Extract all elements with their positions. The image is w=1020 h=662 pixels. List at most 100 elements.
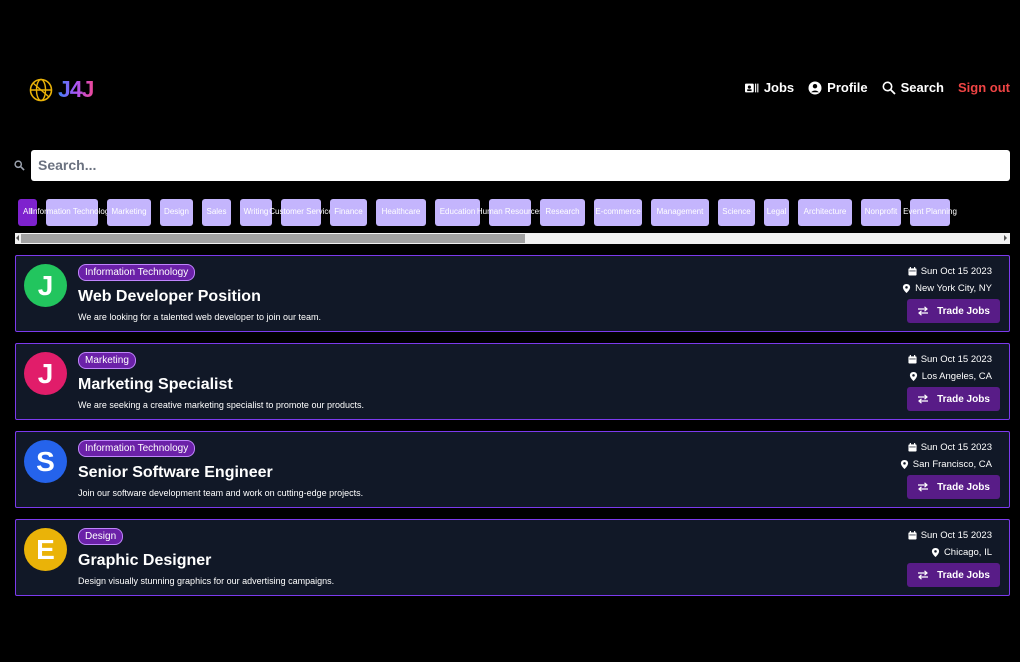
job-location: San Francisco, CA bbox=[900, 459, 992, 470]
scroll-thumb[interactable] bbox=[21, 234, 525, 243]
category-chip[interactable]: Writing bbox=[240, 198, 272, 226]
category-chip[interactable]: Research bbox=[540, 198, 585, 226]
calendar-icon bbox=[908, 267, 917, 276]
category-chip[interactable]: Healthcare bbox=[376, 198, 426, 226]
category-chip[interactable]: Legal bbox=[764, 198, 789, 226]
job-location-text: New York City, NY bbox=[915, 283, 992, 294]
logo[interactable]: J4J bbox=[28, 76, 94, 103]
category-chip[interactable]: Marketing bbox=[107, 198, 151, 226]
job-location: New York City, NY bbox=[902, 283, 992, 294]
job-title[interactable]: Graphic Designer bbox=[78, 552, 211, 570]
trade-jobs-button[interactable]: Trade Jobs bbox=[907, 387, 1000, 411]
job-meta: Sun Oct 15 2023 San Francisco, CA bbox=[900, 442, 992, 476]
main-nav: Jobs Profile Search Sign out bbox=[744, 80, 1010, 95]
nav-signout-label: Sign out bbox=[958, 80, 1010, 95]
job-card[interactable]: J Information Technology Web Developer P… bbox=[15, 255, 1010, 332]
job-meta: Sun Oct 15 2023 Los Angeles, CA bbox=[908, 354, 992, 388]
category-chip[interactable]: Architecture bbox=[798, 198, 852, 226]
job-location: Los Angeles, CA bbox=[908, 371, 992, 382]
job-date: Sun Oct 15 2023 bbox=[900, 442, 992, 453]
category-chip[interactable]: Information Technology bbox=[31, 198, 113, 226]
trade-jobs-button[interactable]: Trade Jobs bbox=[907, 299, 1000, 323]
category-chip[interactable]: Education bbox=[435, 198, 480, 226]
category-chip[interactable]: Customer Service bbox=[269, 198, 333, 226]
job-title[interactable]: Marketing Specialist bbox=[78, 376, 233, 394]
category-badge: Information Technology bbox=[78, 264, 196, 281]
job-title[interactable]: Senior Software Engineer bbox=[78, 464, 273, 482]
trade-jobs-label: Trade Jobs bbox=[937, 393, 990, 405]
category-chip[interactable]: Human Resources bbox=[477, 198, 543, 226]
job-description: We are looking for a talented web develo… bbox=[78, 312, 321, 322]
avatar: J bbox=[24, 264, 67, 307]
category-list: All Information Technology Marketing Design… bbox=[15, 198, 1010, 226]
job-description: We are seeking a creative marketing spec… bbox=[78, 400, 364, 410]
search-bar bbox=[14, 149, 1010, 181]
user-circle-icon bbox=[808, 81, 822, 94]
job-location-text: Los Angeles, CA bbox=[921, 371, 992, 382]
scroll-left-arrow[interactable] bbox=[16, 235, 19, 241]
job-location-text: Chicago, IL bbox=[943, 547, 992, 558]
nav-profile[interactable]: Profile bbox=[808, 80, 868, 95]
category-chip[interactable]: Event Planning bbox=[903, 198, 957, 226]
swap-arrows-icon bbox=[918, 482, 929, 492]
logo-text: J4J bbox=[58, 76, 94, 102]
map-pin-icon bbox=[909, 372, 917, 381]
trade-jobs-label: Trade Jobs bbox=[937, 305, 990, 317]
nav-profile-label: Profile bbox=[827, 80, 868, 95]
job-title[interactable]: Web Developer Position bbox=[78, 288, 261, 306]
job-card[interactable]: J Marketing Marketing Specialist We are … bbox=[15, 343, 1010, 420]
job-location: Chicago, IL bbox=[908, 547, 992, 558]
globe-icon bbox=[29, 78, 53, 101]
job-location-text: San Francisco, CA bbox=[912, 459, 992, 470]
id-card-icon bbox=[744, 83, 759, 92]
nav-jobs[interactable]: Jobs bbox=[744, 80, 795, 95]
category-chip[interactable]: Sales bbox=[202, 198, 231, 226]
category-chip[interactable]: E-commerce bbox=[594, 198, 642, 226]
map-pin-icon bbox=[931, 548, 940, 557]
job-list: J Information Technology Web Developer P… bbox=[15, 255, 1010, 607]
job-date-text: Sun Oct 15 2023 bbox=[920, 266, 992, 277]
nav-search-label: Search bbox=[900, 80, 944, 95]
search-icon bbox=[14, 159, 25, 171]
category-chip[interactable]: Finance bbox=[330, 198, 367, 226]
nav-signout[interactable]: Sign out bbox=[958, 80, 1010, 95]
trade-jobs-label: Trade Jobs bbox=[937, 569, 990, 581]
job-date: Sun Oct 15 2023 bbox=[902, 266, 992, 277]
category-chip[interactable]: Design bbox=[160, 198, 193, 226]
swap-arrows-icon bbox=[918, 306, 929, 316]
header: J4J Jobs Profile Search Sign out bbox=[0, 0, 1020, 140]
swap-arrows-icon bbox=[918, 394, 929, 404]
job-description: Design visually stunning graphics for ou… bbox=[78, 576, 335, 586]
calendar-icon bbox=[908, 443, 917, 452]
category-chip[interactable]: Science bbox=[718, 198, 755, 226]
nav-search[interactable]: Search bbox=[882, 80, 944, 95]
job-date-text: Sun Oct 15 2023 bbox=[920, 354, 992, 365]
map-pin-icon bbox=[900, 460, 908, 469]
nav-jobs-label: Jobs bbox=[763, 80, 795, 95]
job-date: Sun Oct 15 2023 bbox=[908, 530, 992, 541]
trade-jobs-button[interactable]: Trade Jobs bbox=[907, 563, 1000, 587]
job-card[interactable]: E Design Graphic Designer Design visuall… bbox=[15, 519, 1010, 596]
scroll-right-arrow[interactable] bbox=[1004, 235, 1007, 241]
calendar-icon bbox=[908, 355, 917, 364]
trade-jobs-button[interactable]: Trade Jobs bbox=[907, 475, 1000, 499]
job-date: Sun Oct 15 2023 bbox=[908, 354, 992, 365]
job-description: Join our software development team and w… bbox=[78, 488, 364, 498]
category-badge: Design bbox=[78, 528, 124, 545]
trade-jobs-label: Trade Jobs bbox=[937, 481, 990, 493]
category-scrollbar[interactable] bbox=[15, 233, 1010, 244]
job-meta: Sun Oct 15 2023 New York City, NY bbox=[902, 266, 992, 300]
category-chip[interactable]: Nonprofit bbox=[861, 198, 901, 226]
search-icon bbox=[882, 81, 896, 95]
category-filter: All Information Technology Marketing Design… bbox=[15, 198, 1010, 228]
job-meta: Sun Oct 15 2023 Chicago, IL bbox=[908, 530, 992, 564]
category-badge: Information Technology bbox=[78, 440, 196, 457]
category-chip[interactable]: Management bbox=[651, 198, 709, 226]
job-date-text: Sun Oct 15 2023 bbox=[920, 442, 992, 453]
search-input[interactable] bbox=[31, 149, 1010, 181]
job-date-text: Sun Oct 15 2023 bbox=[920, 530, 992, 541]
swap-arrows-icon bbox=[918, 570, 929, 580]
job-card[interactable]: S Information Technology Senior Software… bbox=[15, 431, 1010, 508]
avatar: J bbox=[24, 352, 67, 395]
category-badge: Marketing bbox=[78, 352, 136, 369]
